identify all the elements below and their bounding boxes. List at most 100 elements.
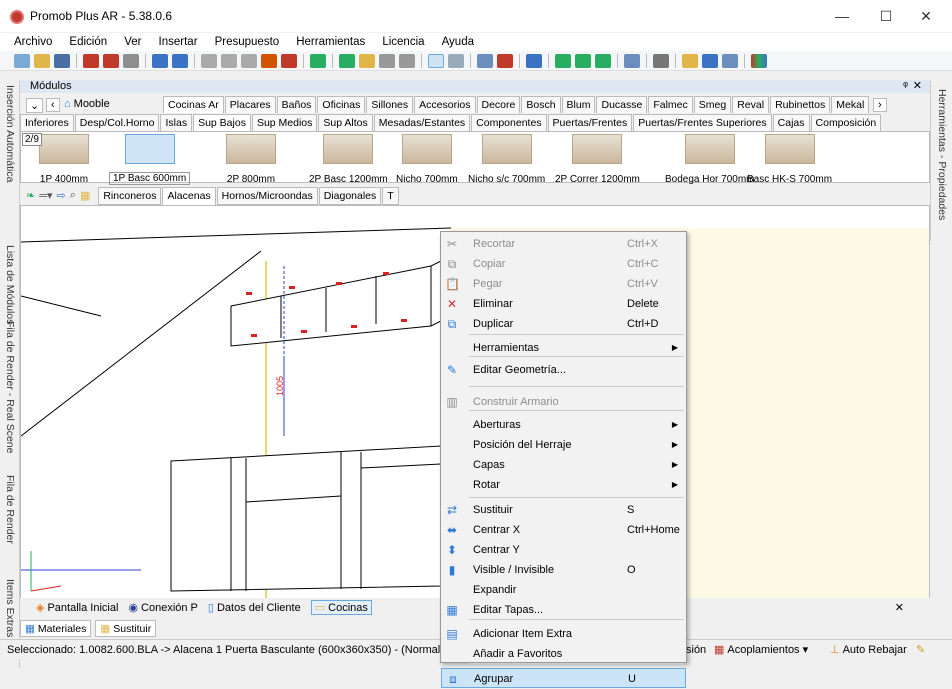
catalog-item[interactable]: 2P Correr 1200mm: [555, 134, 640, 185]
binoculars-icon[interactable]: ⌕: [70, 189, 76, 202]
category-tab[interactable]: Sup Altos: [318, 114, 373, 131]
menu-herramientas[interactable]: Herramientas: [296, 33, 365, 51]
menu-item-herramientas[interactable]: Herramientas ▶: [441, 338, 686, 358]
snap-icon[interactable]: [497, 53, 513, 68]
library-tab[interactable]: Smeg: [693, 96, 732, 113]
menu-archivo[interactable]: Archivo: [14, 33, 52, 51]
category-tab[interactable]: Composición: [810, 114, 882, 131]
acoplamientos-button[interactable]: ▦ Acoplamientos ▾: [714, 640, 808, 660]
library-back-button[interactable]: ‹: [46, 98, 60, 112]
select-icon[interactable]: [428, 53, 444, 68]
cube-icon[interactable]: [653, 53, 669, 68]
camera-icon[interactable]: [555, 53, 571, 68]
colors-icon[interactable]: [751, 53, 767, 68]
materials-icon[interactable]: [339, 53, 355, 68]
library-tab[interactable]: Mekal: [831, 96, 870, 113]
leaf-icon[interactable]: ❧: [26, 189, 35, 202]
eye-icon[interactable]: [526, 53, 542, 68]
monitor-icon[interactable]: [722, 53, 738, 68]
menu-presupuesto[interactable]: Presupuesto: [215, 33, 280, 51]
library-tab[interactable]: Blum: [561, 96, 596, 113]
category-tab[interactable]: Inferiores: [20, 114, 74, 131]
menu-item-construir-armario[interactable]: ▥ Construir Armario: [441, 392, 686, 412]
price-icon[interactable]: [310, 53, 326, 68]
grid-icon[interactable]: [399, 53, 415, 68]
layout-icon[interactable]: [624, 53, 640, 68]
catalog-item[interactable]: 2P Basc 1200mm: [309, 134, 388, 185]
side-tab-render-real[interactable]: Fila de Render - Real Scene: [2, 321, 18, 454]
auto-rebajar-button[interactable]: ⊥ Auto Rebajar: [830, 640, 907, 660]
line-tool-icon[interactable]: ═▾: [39, 189, 52, 202]
category-tab[interactable]: Sup Bajos: [193, 114, 251, 131]
menu-item-sustituir[interactable]: ⇄ Sustituir S: [441, 500, 686, 520]
menu-item-copiar[interactable]: ⧉ Copiar Ctrl+C: [441, 254, 686, 274]
arrow-tool-icon[interactable]: ⇨: [57, 189, 66, 202]
library-tab[interactable]: Accesorios: [414, 96, 476, 113]
walls-icon[interactable]: [359, 53, 375, 68]
library-tab[interactable]: Baños: [276, 96, 317, 113]
delete-icon[interactable]: [281, 53, 297, 68]
menu-item-duplicar[interactable]: ⧉ Duplicar Ctrl+D: [441, 314, 686, 334]
tab-pantalla-inicial[interactable]: ◈ Pantalla Inicial: [36, 601, 118, 615]
side-tab-insercion[interactable]: Inserción Automática: [2, 85, 18, 182]
pin-icon[interactable]: ᵠ: [903, 80, 908, 93]
menu-item-eliminar[interactable]: ✕ Eliminar Delete: [441, 294, 686, 314]
menu-item-expandir[interactable]: Expandir: [441, 580, 686, 600]
side-tab-propiedades[interactable]: Herramientas - Propiedades: [934, 89, 950, 220]
close-button[interactable]: ✕: [904, 4, 948, 28]
library-tab[interactable]: Falmec: [648, 96, 693, 113]
replace-icon[interactable]: ▦: [80, 189, 90, 202]
catalog-item[interactable]: Nicho s/c 700mm: [468, 134, 545, 185]
library-tab[interactable]: Oficinas: [317, 96, 366, 113]
menu-item-pegar[interactable]: 📋 Pegar Ctrl+V: [441, 274, 686, 294]
shape-icon[interactable]: [379, 53, 395, 68]
catalog-item[interactable]: Bodega Hor 700mm: [665, 134, 755, 185]
render-alt-icon[interactable]: [103, 53, 119, 68]
library-home-button[interactable]: ⌂ Mooble: [64, 98, 110, 110]
library-tab[interactable]: Reval: [732, 96, 770, 113]
menu-item-visible-invisible[interactable]: ▮ Visible / Invisible O: [441, 560, 686, 580]
library-tab[interactable]: Rubinettos: [770, 96, 831, 113]
side-tab-lista-modulos[interactable]: Lista de Módulos: [2, 245, 18, 324]
menu-item-editar-tapas[interactable]: ▦ Editar Tapas...: [441, 600, 686, 620]
undo-icon[interactable]: [152, 53, 168, 68]
library-next-button[interactable]: ›: [873, 98, 887, 112]
status-btn-version[interactable]: sión: [686, 640, 706, 660]
category-tab[interactable]: Puertas/Frentes: [547, 114, 633, 131]
menu-item-añadir-a-favoritos[interactable]: Añadir a Favoritos: [441, 644, 686, 664]
view-icon[interactable]: [477, 53, 493, 68]
side-tab-render[interactable]: Fila de Render: [2, 475, 18, 544]
library-tab[interactable]: Placares: [224, 96, 276, 113]
copy-icon[interactable]: [221, 53, 237, 68]
sub-tab[interactable]: Hornos/Microondas: [216, 186, 318, 205]
sub-tab[interactable]: Rinconeros: [98, 186, 162, 205]
catalog-item[interactable]: 1P Basc 600mm: [109, 134, 191, 185]
tab-conexion[interactable]: ◉ Conexión P: [128, 601, 197, 615]
catalog-item[interactable]: Nicho 700mm: [396, 134, 458, 185]
menu-edicion[interactable]: Edición: [69, 33, 107, 51]
nav-right-icon[interactable]: [595, 53, 611, 68]
new-file-icon[interactable]: [14, 53, 30, 68]
menu-ayuda[interactable]: Ayuda: [442, 33, 474, 51]
library-tab[interactable]: Ducasse: [596, 96, 648, 113]
bottom-close-button[interactable]: ✕: [895, 601, 904, 614]
tab-sustituir[interactable]: ▦ Sustituir: [95, 620, 157, 637]
menu-item-centrar-y[interactable]: ⬍ Centrar Y: [441, 540, 686, 560]
menu-item-recortar[interactable]: ✂ Recortar Ctrl+X: [441, 234, 686, 254]
scene-icon[interactable]: [702, 53, 718, 68]
sub-tab[interactable]: Diagonales: [318, 186, 382, 205]
pencil-icon[interactable]: ✎: [916, 640, 925, 660]
minimize-button[interactable]: —: [820, 4, 864, 28]
modules-close-button[interactable]: ✕: [913, 80, 922, 93]
side-tab-items-extras[interactable]: Items Extras: [2, 579, 18, 637]
menu-item-posición-del-herraje[interactable]: Posición del Herraje ▶: [441, 435, 686, 455]
library-dropdown-button[interactable]: ⌄: [26, 98, 44, 113]
menu-insertar[interactable]: Insertar: [159, 33, 198, 51]
library-tab[interactable]: Bosch: [521, 96, 561, 113]
paste-icon[interactable]: [241, 53, 257, 68]
catalog-item[interactable]: Basc HK-S 700mm: [747, 134, 832, 185]
save-icon[interactable]: [54, 53, 70, 68]
light-icon[interactable]: [682, 53, 698, 68]
cut-icon[interactable]: [201, 53, 217, 68]
print-icon[interactable]: [123, 53, 139, 68]
